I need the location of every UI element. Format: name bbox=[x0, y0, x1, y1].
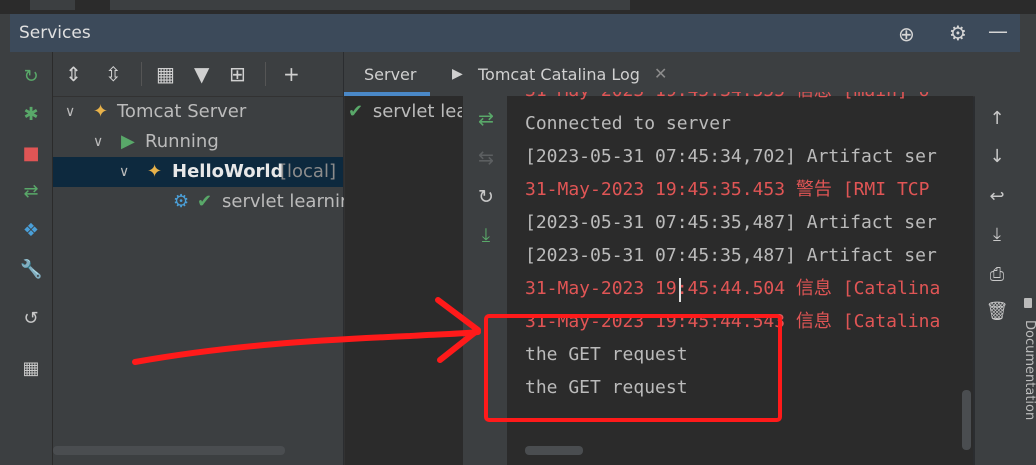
tab-bar bbox=[344, 52, 1020, 97]
group-by-icon[interactable]: ▦ bbox=[156, 62, 175, 86]
undeploy-icon[interactable]: ⇆ bbox=[474, 146, 498, 170]
top-strip-segment bbox=[110, 0, 630, 10]
console-vertical-scrollbar[interactable] bbox=[962, 390, 971, 450]
top-strip bbox=[0, 0, 1036, 14]
crosshair-icon[interactable]: ⊕ bbox=[898, 22, 915, 46]
minimize-icon[interactable]: — bbox=[988, 19, 1008, 43]
rerun-icon[interactable]: ↻ bbox=[20, 66, 42, 88]
filter-icon[interactable]: ▼ bbox=[194, 62, 209, 86]
deploy-all-icon[interactable]: ⇄ bbox=[474, 107, 498, 131]
stop-icon[interactable]: ■ bbox=[20, 143, 42, 165]
arrow-up-icon[interactable]: ↑ bbox=[985, 107, 1009, 131]
scroll-to-end-icon[interactable]: ⤓ bbox=[985, 223, 1009, 247]
run-icon: ▶ bbox=[121, 131, 135, 152]
deployment-item[interactable]: ✔ servlet lea bbox=[348, 98, 462, 126]
console-line: 31-May-2023 19:45:44.504 信息 [Catalina bbox=[525, 278, 941, 299]
tree-toolbar: ⇕ ⇳ ▦ ▼ ⊞ + bbox=[53, 52, 343, 97]
soft-wrap-icon[interactable]: ↩ bbox=[985, 185, 1009, 209]
tab-server[interactable]: Server bbox=[364, 52, 416, 96]
chevron-down-icon[interactable]: ∨ bbox=[93, 127, 103, 157]
deployment-item-label: servlet lea bbox=[372, 101, 462, 122]
deployment-panel bbox=[344, 96, 463, 465]
deploy-down-icon[interactable]: ⤓ bbox=[474, 223, 498, 247]
console-line: the GET request bbox=[525, 377, 688, 398]
web-artifact-icon: ⚙ bbox=[173, 191, 190, 212]
toolbar-separator bbox=[265, 62, 266, 86]
add-service-icon[interactable]: + bbox=[283, 62, 300, 86]
diamond-icon[interactable]: ❖ bbox=[20, 220, 42, 242]
tree-item-tomcat-server[interactable]: ∨ ✦ Tomcat Server bbox=[53, 97, 343, 127]
panel-title: Services bbox=[19, 23, 91, 43]
text-cursor bbox=[679, 278, 681, 302]
tree-item-label: Tomcat Server bbox=[117, 101, 247, 122]
console-horizontal-scrollbar[interactable] bbox=[525, 446, 583, 455]
collapse-all-icon[interactable]: ⇳ bbox=[105, 62, 122, 86]
trash-icon[interactable]: 🗑 bbox=[985, 300, 1009, 324]
deploy-icon[interactable]: ⇄ bbox=[20, 181, 42, 203]
chevron-down-icon[interactable]: ∨ bbox=[65, 97, 75, 127]
gear-icon[interactable]: ⚙ bbox=[949, 21, 967, 45]
tree-item-label: servlet learnin bbox=[222, 191, 352, 212]
toolbar-separator bbox=[141, 62, 142, 86]
console-line: the GET request bbox=[525, 344, 688, 365]
tree-horizontal-scrollbar[interactable] bbox=[53, 446, 285, 455]
documentation-tool-window-label[interactable]: Documentation bbox=[1022, 320, 1036, 420]
wrench-icon[interactable]: 🔧 bbox=[20, 259, 42, 281]
chevron-down-icon[interactable]: ∨ bbox=[119, 157, 129, 187]
services-header: Services bbox=[10, 14, 1020, 52]
console-icon: ▶ bbox=[452, 66, 463, 82]
check-icon: ✔ bbox=[197, 191, 213, 212]
debug-bug-icon[interactable]: ✱ bbox=[20, 104, 42, 126]
tree-item-running[interactable]: ∨ ▶ Running bbox=[53, 127, 343, 157]
console-line: 31-May-2023 19:45:44.543 信息 [Catalina bbox=[525, 311, 941, 332]
tree-item-label: HelloWorld bbox=[172, 161, 284, 182]
console-line: [2023-05-31 07:45:34,702] Artifact ser bbox=[525, 146, 937, 167]
layout-icon[interactable]: ▦ bbox=[20, 358, 42, 380]
expand-all-icon[interactable]: ⇕ bbox=[65, 62, 82, 86]
tab-tomcat-catalina-log[interactable]: Tomcat Catalina Log bbox=[478, 52, 640, 96]
tree-item-artifact[interactable]: ⚙ ✔ servlet learnin bbox=[53, 187, 351, 217]
tomcat-icon: ✦ bbox=[93, 101, 109, 122]
tree-item-helloworld[interactable]: ∨ ✦ HelloWorld [local] bbox=[53, 157, 343, 187]
console-line: Connected to server bbox=[525, 113, 731, 134]
refresh-icon[interactable]: ↻ bbox=[474, 185, 498, 209]
close-tab-icon[interactable]: ✕ bbox=[654, 64, 667, 83]
console-line: [2023-05-31 07:45:35,487] Artifact ser bbox=[525, 212, 937, 233]
print-icon[interactable]: ⎙ bbox=[985, 263, 1009, 287]
tree-item-label: Running bbox=[145, 131, 219, 152]
top-strip-segment bbox=[30, 0, 75, 10]
console-line: [2023-05-31 07:45:35,487] Artifact ser bbox=[525, 245, 937, 266]
tree-item-suffix: [local] bbox=[280, 161, 336, 182]
new-tab-icon[interactable]: ⊞ bbox=[229, 62, 246, 86]
refresh-icon[interactable]: ↺ bbox=[20, 308, 42, 330]
documentation-icon[interactable] bbox=[1024, 298, 1032, 308]
tomcat-icon: ✦ bbox=[147, 161, 163, 182]
check-icon: ✔ bbox=[348, 101, 364, 122]
console-line: 31-May-2023 19:45:35.453 警告 [RMI TCP bbox=[525, 179, 930, 200]
arrow-down-icon[interactable]: ↓ bbox=[985, 145, 1009, 169]
